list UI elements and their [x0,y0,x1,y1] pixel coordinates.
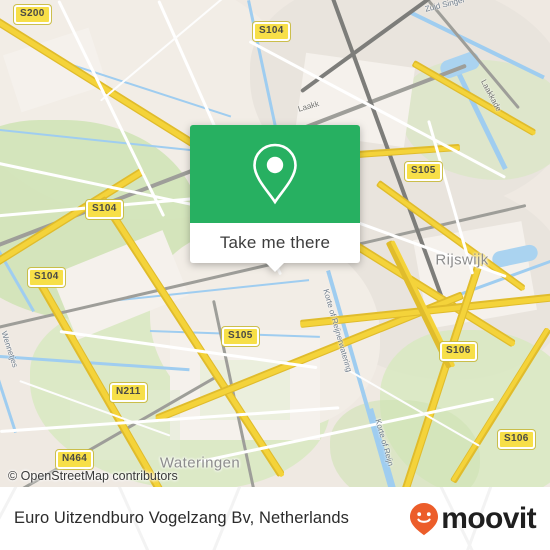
take-me-there-label: Take me there [219,233,331,252]
callout-footer[interactable]: Take me there [190,223,360,272]
road-shield: N464 [56,450,94,469]
location-callout[interactable]: Take me there [190,125,360,272]
map-pin-icon [253,143,297,205]
road-shield: S200 [14,5,51,24]
road-shield: S104 [28,268,65,287]
place-label: Rijswijk [435,251,489,269]
water-label: Wennetjes [0,330,20,369]
location-title: Euro Uitzendburo Vogelzang Bv, Netherlan… [14,509,350,527]
road-shield: S105 [405,162,442,181]
moovit-logo[interactable]: moovit [409,501,537,536]
road-shield: S104 [86,200,123,219]
callout-pointer [265,262,285,272]
moovit-wordmark: moovit [441,501,536,535]
road-shield: S105 [222,327,259,346]
footer-bar: Euro Uitzendburo Vogelzang Bv, Netherlan… [0,487,550,550]
road-shield: S106 [498,430,535,449]
callout-header [190,125,360,223]
road-shield: N211 [110,383,147,402]
osm-attribution[interactable]: © OpenStreetMap contributors [8,469,178,483]
moovit-map-share-card: S200 S104 S104 S105 S104 S105 S106 N211 N464 S106… [0,0,550,550]
moovit-pin-smiley-icon [410,502,439,535]
road-shield: S104 [253,22,290,41]
road-shield: S106 [440,342,477,361]
